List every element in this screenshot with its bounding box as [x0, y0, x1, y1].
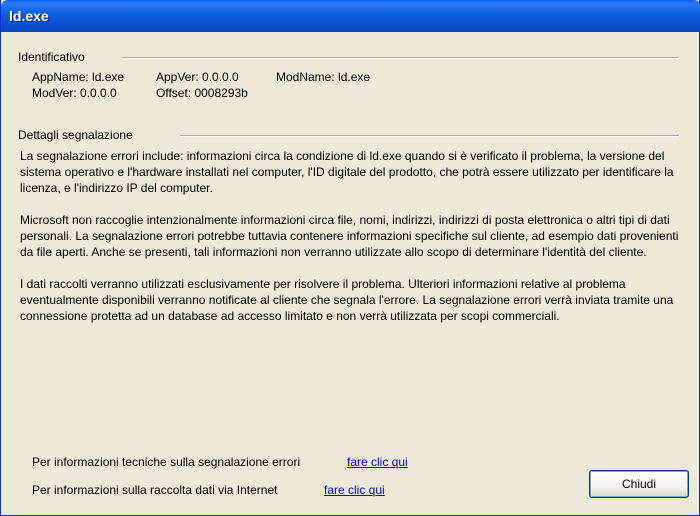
details-paragraph-3: I dati raccolti verranno utilizzati escl…	[20, 277, 674, 323]
offset: Offset: 0008293b	[156, 86, 248, 100]
details-label: Dettagli segnalazione	[18, 128, 139, 142]
dialog-content: Identificativo AppName: ld.exe AppVer: 0…	[4, 32, 696, 512]
details-paragraph-2: Microsoft non raccoglie intenzionalmente…	[20, 213, 679, 259]
details-paragraph-1: La segnalazione errori include: informaz…	[20, 149, 674, 195]
identification-label: Identificativo	[18, 50, 91, 64]
error-report-dialog: ld.exe Identificativo AppName: ld.exe Ap…	[0, 0, 700, 516]
mod-ver: ModVer: 0.0.0.0	[32, 86, 117, 100]
internet-info-label: Per informazioni sulla raccolta dati via…	[32, 483, 278, 497]
technical-info-label: Per informazioni tecniche sulla segnalaz…	[32, 455, 301, 469]
details-divider	[180, 135, 679, 137]
window-title: ld.exe	[9, 8, 49, 24]
app-name: AppName: ld.exe	[32, 70, 125, 84]
details-text: La segnalazione errori include: informaz…	[20, 148, 680, 340]
technical-info-link[interactable]: fare clic qui	[347, 455, 408, 469]
mod-name: ModName: ld.exe	[276, 70, 371, 84]
app-ver: AppVer: 0.0.0.0	[156, 70, 239, 84]
close-button[interactable]: Chiudi	[589, 470, 689, 498]
internet-info-link[interactable]: fare clic qui	[324, 483, 385, 497]
identification-divider	[122, 57, 679, 59]
title-bar[interactable]: ld.exe	[1, 0, 700, 32]
